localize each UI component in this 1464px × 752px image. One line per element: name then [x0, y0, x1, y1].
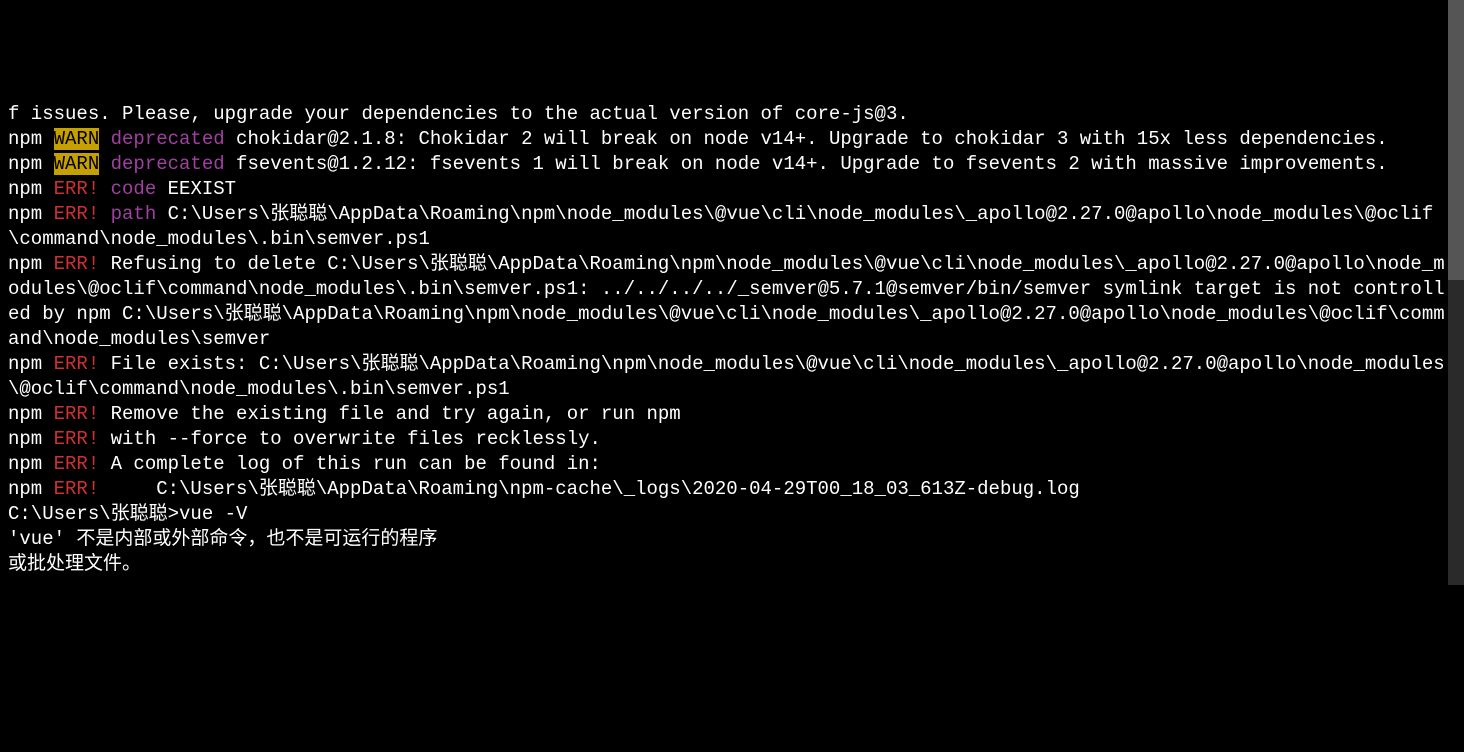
warn-badge: WARN	[54, 153, 100, 175]
output-line: npm ERR! File exists: C:\Users\张聪聪\AppDa…	[8, 352, 1456, 402]
output-line: npm ERR! code EEXIST	[8, 177, 1456, 202]
terminal-output[interactable]: f issues. Please, upgrade your dependenc…	[8, 102, 1456, 577]
output-line: npm ERR! A complete log of this run can …	[8, 452, 1456, 477]
output-line: npm WARN deprecated chokidar@2.1.8: Chok…	[8, 127, 1456, 152]
output-line: 或批处理文件。	[8, 552, 1456, 577]
err-badge: ERR!	[54, 403, 100, 425]
output-line: npm ERR! with --force to overwrite files…	[8, 427, 1456, 452]
output-line: npm ERR! Refusing to delete C:\Users\张聪聪…	[8, 252, 1456, 352]
scrollbar-track[interactable]	[1448, 0, 1464, 585]
err-badge: ERR!	[54, 353, 100, 375]
output-line: npm ERR! C:\Users\张聪聪\AppData\Roaming\np…	[8, 477, 1456, 502]
output-line: npm ERR! Remove the existing file and tr…	[8, 402, 1456, 427]
scrollbar-thumb[interactable]	[1448, 0, 1464, 280]
err-badge: ERR!	[54, 203, 100, 225]
output-line: 'vue' 不是内部或外部命令，也不是可运行的程序	[8, 527, 1456, 552]
err-badge: ERR!	[54, 453, 100, 475]
output-line: npm WARN deprecated fsevents@1.2.12: fse…	[8, 152, 1456, 177]
output-line: npm ERR! path C:\Users\张聪聪\AppData\Roami…	[8, 202, 1456, 252]
output-line: f issues. Please, upgrade your dependenc…	[8, 102, 1456, 127]
warn-badge: WARN	[54, 128, 100, 150]
err-badge: ERR!	[54, 478, 100, 500]
prompt-line: C:\Users\张聪聪>vue -V	[8, 502, 1456, 527]
err-badge: ERR!	[54, 178, 100, 200]
err-badge: ERR!	[54, 428, 100, 450]
err-badge: ERR!	[54, 253, 100, 275]
